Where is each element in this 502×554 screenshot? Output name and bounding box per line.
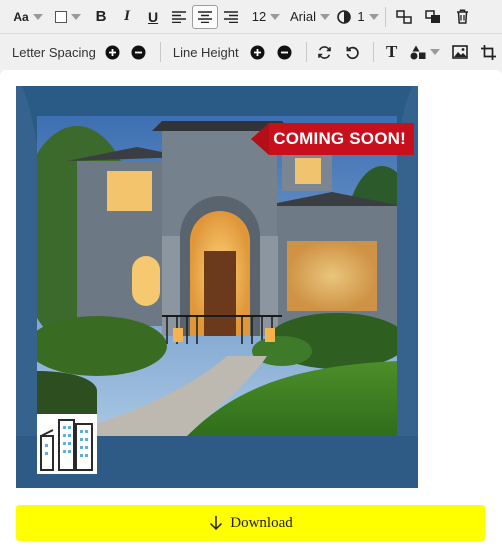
letter-spacing-decrease-button[interactable]	[128, 39, 150, 65]
bold-icon: B	[95, 8, 107, 25]
plus-circle-icon	[105, 45, 120, 59]
bold-button[interactable]: B	[88, 4, 114, 30]
spacing-toolbar: Letter Spacing Line Height T	[0, 33, 502, 70]
arrow-down-icon	[210, 516, 223, 531]
toolbar-divider	[305, 42, 307, 62]
text-icon: T	[385, 42, 398, 61]
house-photo[interactable]	[37, 116, 397, 436]
underline-button[interactable]: U	[140, 4, 166, 30]
undo-icon	[346, 46, 359, 59]
delete-button[interactable]	[449, 4, 475, 30]
align-left-icon	[172, 10, 186, 23]
color-swatch-icon	[55, 10, 67, 23]
shapes-dropdown[interactable]	[408, 39, 442, 65]
download-label: Download	[230, 514, 293, 531]
crop-button[interactable]	[476, 39, 502, 65]
minus-circle-icon	[131, 45, 146, 59]
refresh-button[interactable]	[313, 39, 337, 65]
building-logo[interactable]	[37, 414, 97, 474]
crop-icon	[481, 44, 497, 60]
minus-circle-icon	[277, 45, 292, 59]
arrange-button[interactable]	[391, 4, 417, 30]
chevron-down-icon	[429, 49, 440, 55]
font-family-value: Arial	[289, 9, 316, 24]
opacity-value: 1	[357, 9, 365, 24]
refresh-icon	[318, 45, 331, 59]
building-logo-icon	[40, 419, 93, 471]
add-text-button[interactable]: T	[380, 39, 404, 65]
font-size-value-dropdown[interactable]: 12	[248, 4, 284, 30]
align-center-button[interactable]	[192, 4, 218, 29]
chevron-down-icon	[71, 13, 81, 20]
line-height-increase-button[interactable]	[247, 39, 269, 65]
toolbar-divider	[159, 42, 161, 62]
font-size-label: Aa	[13, 9, 29, 24]
layers-button[interactable]	[420, 4, 446, 30]
shapes-icon	[410, 45, 426, 59]
layers-icon	[425, 9, 440, 23]
badge-text: COMING SOON!	[269, 123, 414, 155]
image-icon	[451, 45, 468, 59]
arrange-icon	[396, 9, 412, 24]
toolbar-divider	[385, 6, 386, 27]
align-right-icon	[224, 10, 238, 23]
italic-icon: I	[124, 8, 130, 24]
chevron-down-icon	[320, 13, 330, 20]
font-family-dropdown[interactable]: Arial	[288, 4, 332, 30]
font-size-dropdown[interactable]: Aa	[11, 4, 45, 30]
underline-icon: U	[147, 8, 159, 25]
add-image-button[interactable]	[447, 39, 473, 65]
formatting-toolbar: Aa B I U 12 Arial 1	[0, 0, 502, 33]
align-left-button[interactable]	[166, 4, 192, 30]
chevron-down-icon	[368, 13, 379, 20]
coming-soon-badge[interactable]: COMING SOON!	[251, 123, 414, 155]
opacity-icon	[337, 9, 352, 24]
plus-circle-icon	[250, 45, 265, 59]
align-right-button[interactable]	[218, 4, 244, 30]
line-height-label: Line Height	[172, 44, 239, 60]
opacity-dropdown[interactable]: 1	[336, 4, 380, 30]
design-canvas[interactable]: COMING SOON!	[16, 86, 418, 488]
chevron-down-icon	[32, 13, 43, 20]
align-center-icon	[198, 10, 212, 23]
letter-spacing-label: Letter Spacing	[12, 44, 96, 60]
trash-icon	[456, 9, 468, 24]
toolbar-divider	[372, 42, 374, 62]
chevron-down-icon	[270, 13, 281, 20]
line-height-decrease-button[interactable]	[274, 39, 296, 65]
italic-button[interactable]: I	[114, 4, 140, 30]
text-color-dropdown[interactable]	[51, 4, 85, 30]
font-size-value: 12	[251, 9, 267, 24]
badge-ribbon-tail	[251, 123, 270, 155]
letter-spacing-increase-button[interactable]	[102, 39, 124, 65]
download-button[interactable]: Download	[16, 505, 485, 541]
undo-button[interactable]	[341, 39, 365, 65]
